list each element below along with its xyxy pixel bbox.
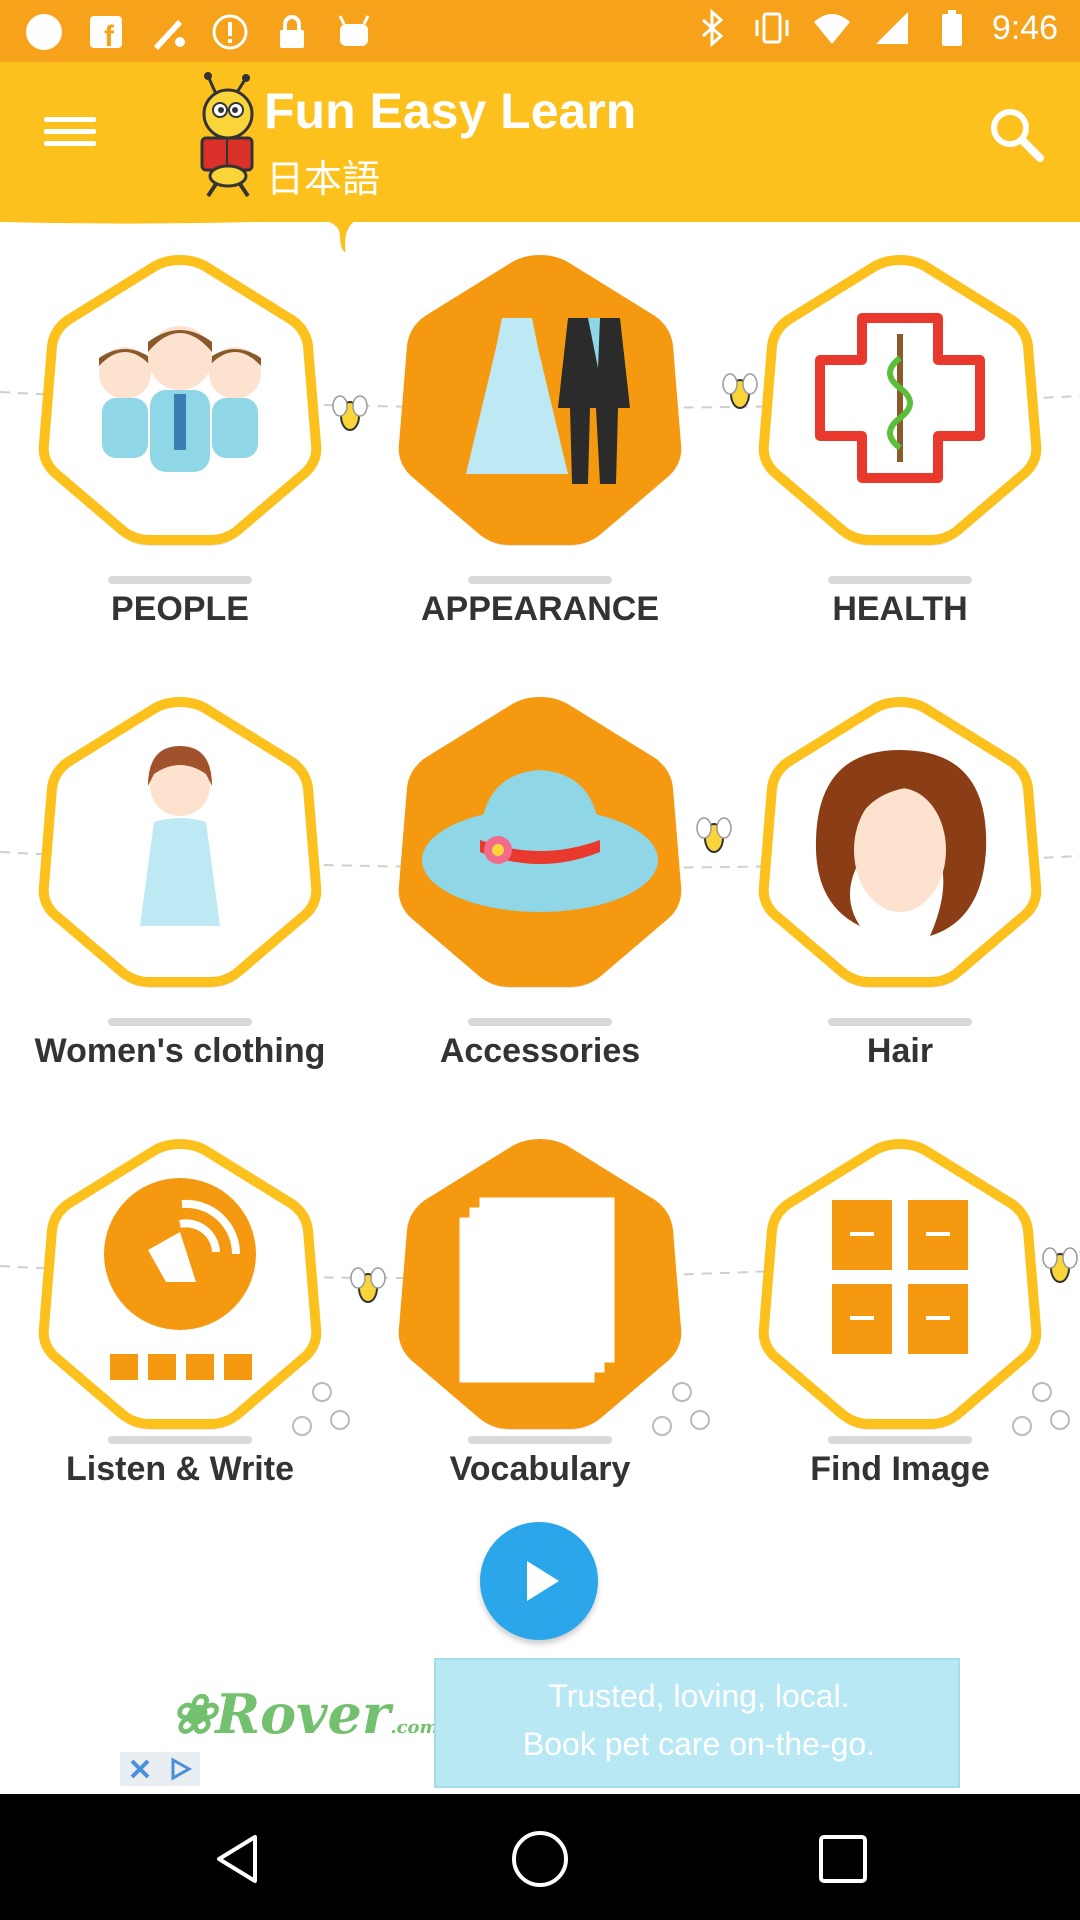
home-button[interactable] — [505, 1824, 575, 1894]
recents-button[interactable] — [808, 1824, 878, 1894]
category-tile-hair[interactable] — [750, 690, 1050, 990]
play-button[interactable] — [480, 1522, 598, 1640]
category-label: PEOPLE — [111, 590, 249, 628]
home-icon — [512, 1831, 568, 1887]
ad-close-button[interactable] — [120, 1752, 200, 1786]
ad-line-2: Book pet care on-the-go. — [522, 1726, 876, 1762]
back-icon — [217, 1835, 257, 1883]
flower-icon — [330, 1410, 350, 1430]
ad-brand-logo: ❀Rover.com — [170, 1682, 439, 1746]
label-divider — [108, 1018, 252, 1026]
hair-icon — [758, 696, 1042, 988]
listen-write-icon — [38, 1138, 322, 1430]
category-tile-accessories[interactable] — [390, 690, 690, 990]
health-icon — [758, 254, 1042, 546]
category-label: HEALTH — [832, 590, 968, 628]
adchoices-icon — [171, 1757, 193, 1781]
category-tile-health[interactable] — [750, 248, 1050, 548]
label-divider — [108, 576, 252, 584]
bee-icon — [332, 395, 368, 431]
category-label: Find Image — [810, 1450, 990, 1488]
svg-text:z: z — [560, 1226, 585, 1277]
find-image-icon — [758, 1138, 1042, 1430]
category-label: Listen & Write — [66, 1450, 294, 1488]
category-label: Vocabulary — [449, 1450, 631, 1488]
category-tile-appearance[interactable] — [390, 248, 690, 548]
category-label: Hair — [866, 1032, 934, 1070]
label-divider — [108, 1436, 252, 1444]
bee-icon — [696, 817, 732, 853]
category-tile-vocabulary[interactable]: A z — [390, 1132, 690, 1432]
bee-icon — [350, 1267, 386, 1303]
recents-icon — [819, 1835, 867, 1883]
back-button[interactable] — [204, 1824, 274, 1894]
label-divider — [468, 1018, 612, 1026]
navigation-bar — [0, 1794, 1080, 1920]
label-divider — [828, 1018, 972, 1026]
flower-icon — [690, 1410, 710, 1430]
label-divider — [828, 1436, 972, 1444]
category-tile-womens-clothing[interactable] — [30, 690, 330, 990]
play-icon — [527, 1561, 559, 1601]
label-divider — [468, 1436, 612, 1444]
category-label: APPEARANCE — [420, 590, 660, 628]
flower-icon — [1050, 1410, 1070, 1430]
category-tile-people[interactable] — [30, 248, 330, 548]
accessories-icon — [398, 696, 682, 988]
vocabulary-icon: A z — [398, 1138, 682, 1430]
app-screen: f 9:46 Fun Easy Learn 日本語 PEOPLE APPEARA… — [0, 0, 1080, 1920]
category-tile-find-image[interactable] — [750, 1132, 1050, 1432]
appearance-icon — [398, 254, 682, 546]
category-label: Accessories — [439, 1032, 641, 1070]
svg-text:A: A — [481, 1245, 569, 1374]
close-icon — [130, 1759, 150, 1779]
womens-clothing-icon — [38, 696, 322, 988]
label-divider — [828, 576, 972, 584]
ad-message-panel[interactable]: Trusted, loving, local. Book pet care on… — [434, 1658, 960, 1788]
label-divider — [468, 576, 612, 584]
people-icon — [38, 254, 322, 546]
ad-line-1: Trusted, loving, local. — [548, 1678, 850, 1714]
paw-icon: ❀ — [170, 1682, 216, 1746]
category-tile-listen-write[interactable] — [30, 1132, 330, 1432]
category-label: Women's clothing — [34, 1032, 326, 1070]
